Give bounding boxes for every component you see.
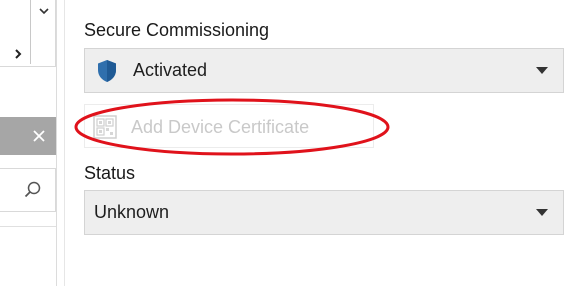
close-icon[interactable] (32, 129, 46, 143)
pane-separator (56, 0, 57, 286)
search-icon[interactable] (24, 181, 42, 199)
left-pane (0, 0, 64, 286)
secure-commissioning-dropdown[interactable]: Activated (84, 48, 564, 93)
shield-icon (98, 60, 116, 82)
secure-commissioning-value: Activated (133, 60, 208, 80)
left-dropdown-divider (30, 0, 31, 64)
pane-separator-inner (64, 0, 65, 286)
dropdown-arrow-icon[interactable] (536, 67, 548, 75)
chevron-down-icon[interactable] (37, 4, 51, 18)
left-dropdown-box[interactable] (0, 0, 56, 67)
add-device-certificate-button[interactable]: Add Device Certificate (84, 104, 374, 148)
secure-commissioning-label: Secure Commissioning (84, 20, 270, 40)
status-value: Unknown (94, 202, 170, 222)
status-dropdown[interactable]: Unknown (84, 190, 564, 235)
certificate-icon (93, 115, 117, 139)
status-label: Status (84, 163, 136, 183)
left-search-field[interactable] (0, 168, 56, 212)
add-device-certificate-label: Add Device Certificate (131, 117, 310, 137)
left-close-bar (0, 117, 56, 155)
left-divider-line (0, 226, 56, 227)
dropdown-arrow-icon[interactable] (536, 209, 548, 217)
chevron-right-icon[interactable] (13, 48, 23, 60)
